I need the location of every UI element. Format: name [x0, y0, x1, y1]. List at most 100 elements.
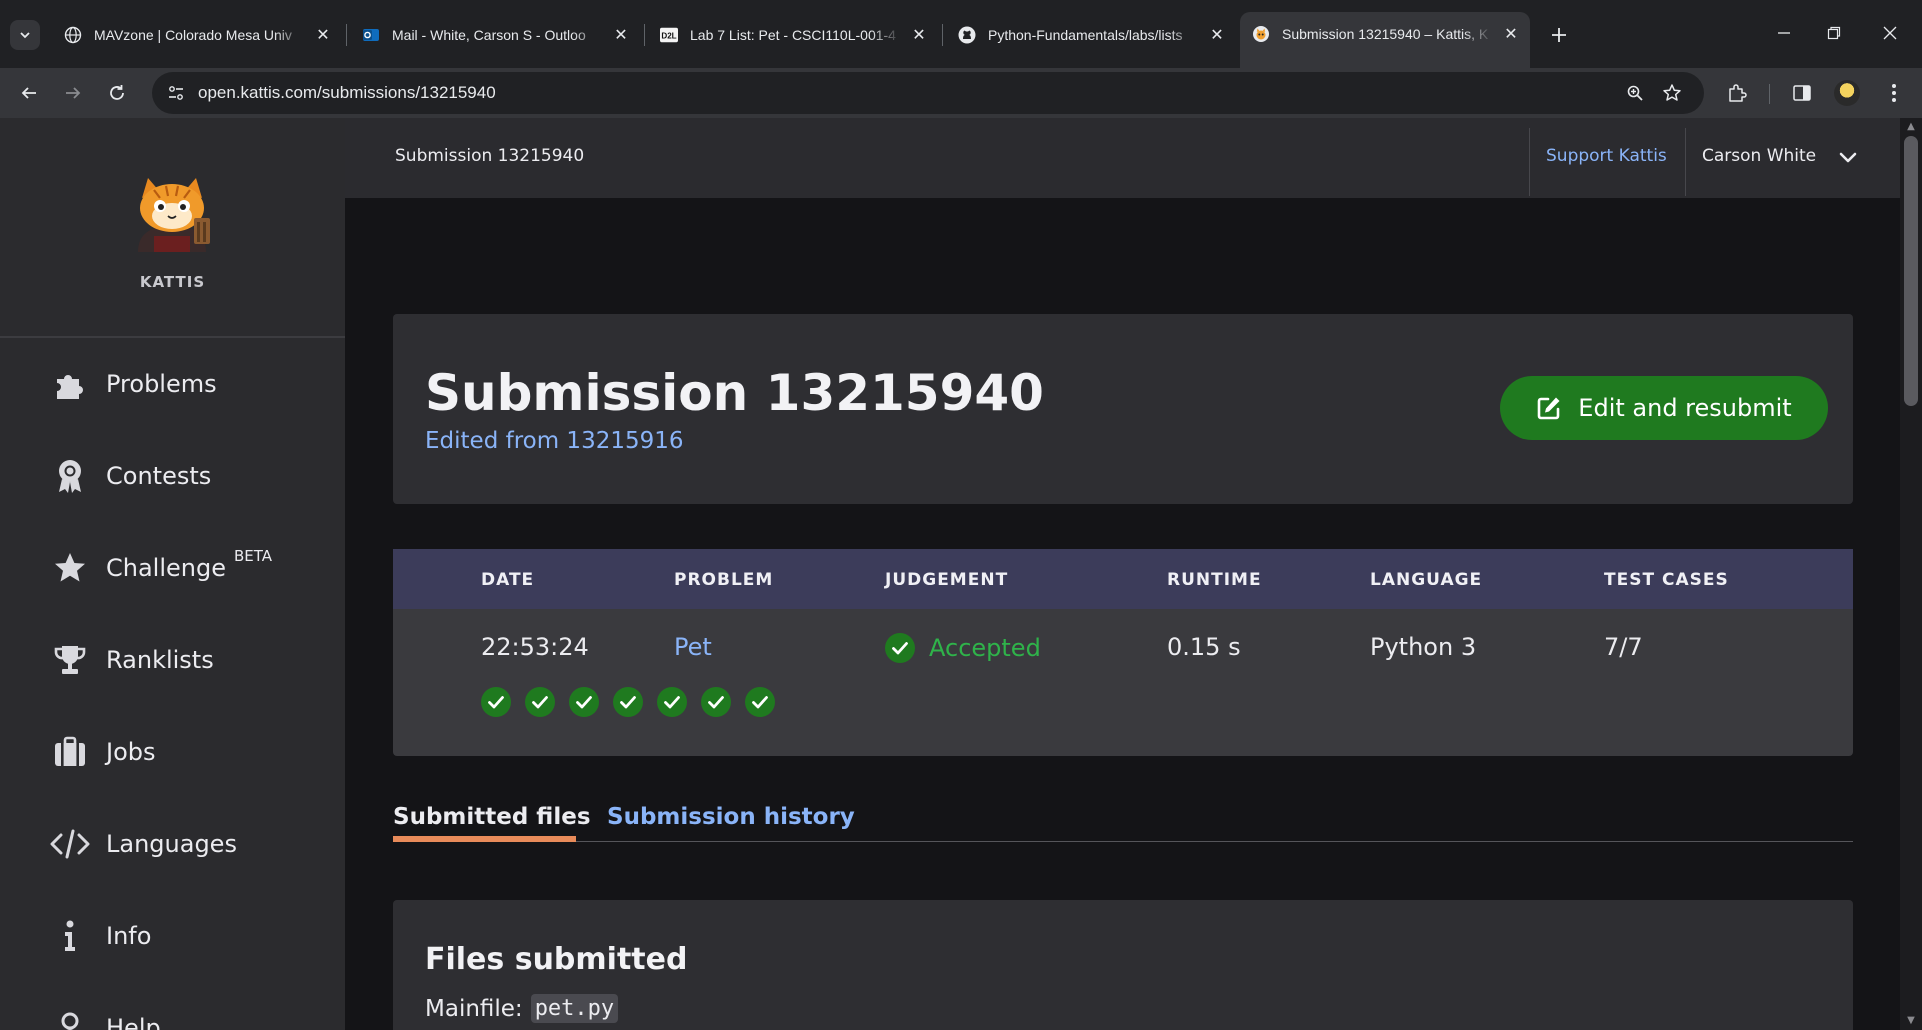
table-header: DATE PROBLEM JUDGEMENT RUNTIME LANGUAGE …	[393, 549, 1853, 609]
close-tab-icon[interactable]: ✕	[314, 25, 332, 45]
sidebar-item-challenge[interactable]: Challenge BETA	[0, 538, 345, 598]
kattis-icon	[1252, 25, 1270, 43]
mainfile-label: Mainfile:	[425, 995, 523, 1022]
chevron-down-icon[interactable]	[1837, 146, 1859, 168]
info-icon	[50, 916, 90, 956]
restore-button[interactable]	[1814, 18, 1854, 48]
scroll-down-icon[interactable]: ▼	[1905, 1016, 1917, 1026]
submission-table: DATE PROBLEM JUDGEMENT RUNTIME LANGUAGE …	[393, 549, 1853, 756]
mainfile-name: pet.py	[530, 994, 619, 1023]
side-panel-icon[interactable]	[1789, 80, 1815, 106]
test-case-pass-icon[interactable]	[481, 687, 511, 717]
test-case-pass-icon[interactable]	[613, 687, 643, 717]
check-circle-icon	[885, 633, 915, 663]
sidebar-item-jobs[interactable]: Jobs	[0, 722, 345, 782]
new-tab-button[interactable]	[1544, 20, 1574, 50]
cell-problem-link[interactable]: Pet	[674, 633, 712, 661]
user-menu[interactable]: Carson White	[1702, 146, 1816, 166]
reload-icon	[110, 85, 124, 100]
url-text: open.kattis.com/submissions/13215940	[198, 83, 496, 102]
close-icon	[1883, 26, 1897, 40]
brand-name: KATTIS	[139, 273, 206, 291]
files-heading: Files submitted	[425, 942, 688, 977]
close-tab-icon[interactable]: ✕	[910, 25, 928, 45]
plus-icon	[1552, 28, 1566, 42]
tab-submission-history[interactable]: Submission history	[607, 804, 855, 830]
browser-tab-bar: MAVzone | Colorado Mesa Univ ✕ Mail - Wh…	[0, 0, 1922, 68]
close-window-button[interactable]	[1870, 18, 1910, 48]
cell-test-cases: 7/7	[1604, 633, 1643, 661]
sidebar-item-languages[interactable]: Languages	[0, 814, 345, 874]
puzzle-icon	[50, 364, 90, 404]
edited-from-link[interactable]: Edited from 13215916	[425, 428, 684, 454]
scrollbar-thumb[interactable]	[1904, 136, 1918, 406]
active-tab-indicator	[393, 836, 576, 842]
tab-submitted-files[interactable]: Submitted files	[393, 804, 591, 830]
zoom-icon[interactable]	[1625, 83, 1645, 103]
sidebar-item-label: Languages	[106, 830, 237, 858]
close-tab-icon[interactable]: ✕	[612, 25, 630, 45]
tab-search-button[interactable]	[10, 20, 40, 50]
column-header-language: LANGUAGE	[1370, 570, 1483, 590]
site-info-icon[interactable]	[166, 83, 186, 103]
tab-d2l-lab[interactable]: D2L Lab 7 List: Pet - CSCI110L-001-4 ✕	[648, 18, 938, 52]
mainfile-row: Mainfile: pet.py	[425, 994, 619, 1023]
page-content: KATTIS Problems Contests Challenge BETA	[0, 118, 1922, 1030]
cell-date: 22:53:24	[481, 633, 589, 661]
logo-area[interactable]: KATTIS	[0, 118, 345, 338]
sidebar-item-help[interactable]: Help	[0, 998, 345, 1030]
test-case-pass-icon[interactable]	[569, 687, 599, 717]
extensions-icon[interactable]	[1724, 80, 1750, 106]
scroll-up-icon[interactable]: ▲	[1905, 122, 1917, 132]
sidebar: KATTIS Problems Contests Challenge BETA	[0, 118, 345, 1030]
globe-icon	[64, 26, 82, 44]
sidebar-item-label: Info	[106, 922, 152, 950]
profile-avatar[interactable]	[1834, 80, 1860, 106]
test-case-pass-icon[interactable]	[657, 687, 687, 717]
tab-outlook-mail[interactable]: Mail - White, Carson S - Outloo ✕	[350, 18, 640, 52]
cell-runtime: 0.15 s	[1167, 633, 1241, 661]
forward-button[interactable]	[58, 78, 88, 108]
sidebar-item-label: Help	[106, 1014, 161, 1030]
minimize-button[interactable]	[1764, 18, 1804, 48]
sidebar-item-contests[interactable]: Contests	[0, 446, 345, 506]
star-icon	[50, 548, 90, 588]
resubmit-label: Edit and resubmit	[1578, 394, 1792, 422]
tab-separator	[644, 24, 645, 46]
sidebar-item-label: Contests	[106, 462, 212, 490]
menu-dots-icon[interactable]	[1881, 80, 1907, 106]
back-button[interactable]	[14, 78, 44, 108]
github-icon	[958, 26, 976, 44]
close-tab-icon[interactable]: ✕	[1208, 25, 1226, 45]
support-kattis-link[interactable]: Support Kattis	[1546, 146, 1667, 166]
test-case-pass-icon[interactable]	[701, 687, 731, 717]
close-tab-icon[interactable]: ✕	[1502, 24, 1520, 44]
browser-toolbar: open.kattis.com/submissions/13215940	[0, 68, 1922, 118]
tab-github[interactable]: Python-Fundamentals/labs/lists ✕	[946, 18, 1236, 52]
sidebar-item-ranklists[interactable]: Ranklists	[0, 630, 345, 690]
page-title: Submission 13215940	[425, 364, 1044, 422]
sidebar-item-problems[interactable]: Problems	[0, 354, 345, 414]
judgement-status: Accepted	[929, 634, 1041, 662]
reload-button[interactable]	[102, 78, 132, 108]
submission-header-card: Submission 13215940 Edited from 13215916…	[393, 314, 1853, 504]
column-header-judgement: JUDGEMENT	[885, 570, 1009, 590]
tab-title: Mail - White, Carson S - Outloo	[392, 27, 586, 43]
test-case-pass-icon[interactable]	[525, 687, 555, 717]
address-bar[interactable]: open.kattis.com/submissions/13215940	[152, 72, 1704, 114]
test-case-pass-icon[interactable]	[745, 687, 775, 717]
column-header-date: DATE	[481, 570, 535, 590]
minimize-icon	[1778, 32, 1790, 34]
chevron-down-icon	[20, 32, 30, 39]
tab-mavzone[interactable]: MAVzone | Colorado Mesa Univ ✕	[52, 18, 342, 52]
sidebar-item-label: Ranklists	[106, 646, 214, 674]
top-bar: Submission 13215940 Support Kattis Carso…	[345, 118, 1900, 198]
sidebar-item-info[interactable]: Info	[0, 906, 345, 966]
arrow-left-icon	[21, 87, 36, 99]
edit-and-resubmit-button[interactable]: Edit and resubmit	[1500, 376, 1828, 440]
bookmark-star-icon[interactable]	[1662, 83, 1682, 103]
restore-icon	[1827, 26, 1841, 40]
code-icon	[50, 824, 90, 864]
tab-kattis-submission[interactable]: Submission 13215940 – Kattis, K ✕	[1240, 12, 1530, 68]
test-case-results	[481, 687, 789, 717]
